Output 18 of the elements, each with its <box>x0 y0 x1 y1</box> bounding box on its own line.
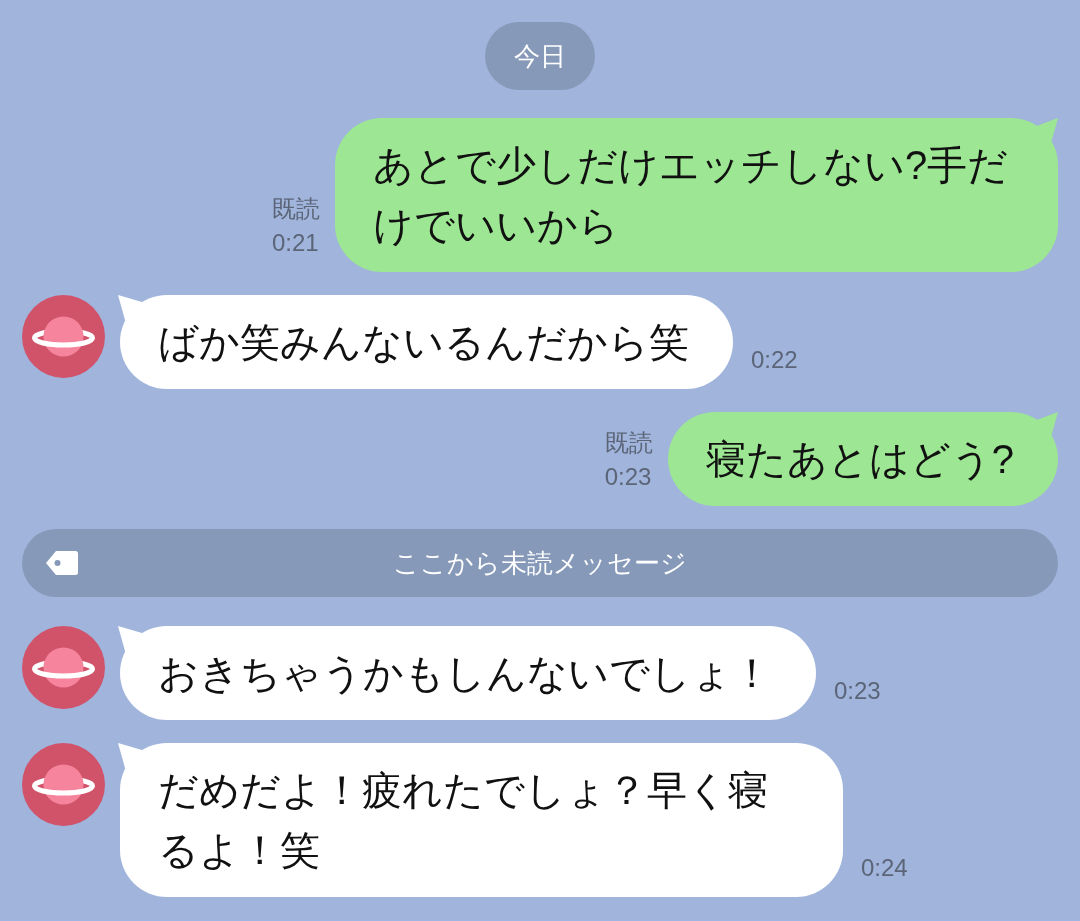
message-bubble: ばか笑みんないるんだから笑 <box>120 295 733 389</box>
message-bubble: あとで少しだけエッチしない?手だけでいいから <box>335 118 1058 272</box>
message-time: 0:24 <box>861 853 908 883</box>
planet-avatar-icon[interactable] <box>22 295 105 378</box>
planet-avatar-icon[interactable] <box>22 743 105 826</box>
message-bubble: 寝たあとはどう? <box>667 412 1058 506</box>
read-receipt-label: 既読 <box>604 428 653 458</box>
message-time: 0:23 <box>604 462 652 492</box>
message-time: 0:21 <box>272 228 319 258</box>
message-bubble: だめだよ！疲れたでしょ？早く寝るよ！笑 <box>120 743 843 897</box>
read-receipt-label: 既読 <box>272 194 320 224</box>
message-time: 0:22 <box>751 345 798 375</box>
planet-avatar-icon[interactable] <box>22 626 105 709</box>
tag-icon <box>46 551 78 575</box>
date-separator: 今日 <box>485 22 595 90</box>
unread-divider-label: ここから未読メッセージ <box>392 546 688 580</box>
message-time: 0:23 <box>834 676 881 706</box>
message-bubble: おきちゃうかもしんないでしょ！ <box>120 626 816 720</box>
